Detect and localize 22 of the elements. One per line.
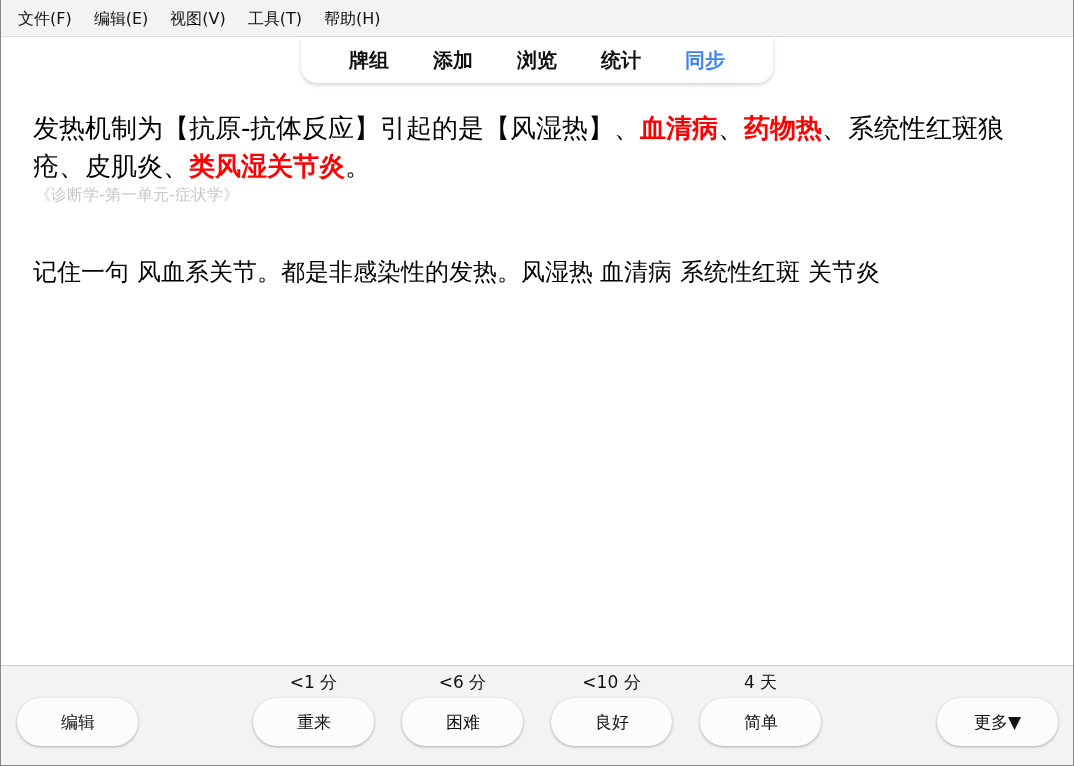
nav-tab[interactable]: 统计 xyxy=(579,46,663,74)
interval-label: <10 分 xyxy=(582,671,641,694)
note-text: 记住一句 风血系关节。都是非感染性的发热。风湿热 血清病 系统性红斑 关节炎 xyxy=(33,257,881,288)
answer-button[interactable]: 简单 xyxy=(700,698,821,746)
menu-item[interactable]: 文件(F) xyxy=(18,9,72,30)
interval-label: 4 天 xyxy=(743,671,778,694)
edit-button[interactable]: 编辑 xyxy=(17,698,138,746)
card-text: 发热机制为【抗原-抗体反应】引起的是【风湿热】、血清病、药物热、系统性红斑狼疮、皮肌炎、类风湿关节炎。 xyxy=(33,112,1006,183)
menu-item[interactable]: 帮助(H) xyxy=(324,9,381,30)
nav-tab[interactable]: 添加 xyxy=(411,46,495,74)
more-button[interactable]: 更多▼ xyxy=(937,698,1058,746)
interval-label: <1 分 xyxy=(289,671,338,694)
nav-tab[interactable]: 同步 xyxy=(663,46,747,74)
menu-item[interactable]: 工具(T) xyxy=(247,9,302,30)
menu-item[interactable]: 视图(V) xyxy=(170,9,226,30)
nav-tab[interactable]: 浏览 xyxy=(495,46,579,74)
answer-button[interactable]: 良好 xyxy=(551,698,672,746)
answer-button[interactable]: 重来 xyxy=(253,698,374,746)
nav-tab[interactable]: 牌组 xyxy=(327,46,411,74)
answer-button[interactable]: 困难 xyxy=(402,698,523,746)
menu-item[interactable]: 编辑(E) xyxy=(93,9,149,30)
interval-label: <6 分 xyxy=(438,671,487,694)
